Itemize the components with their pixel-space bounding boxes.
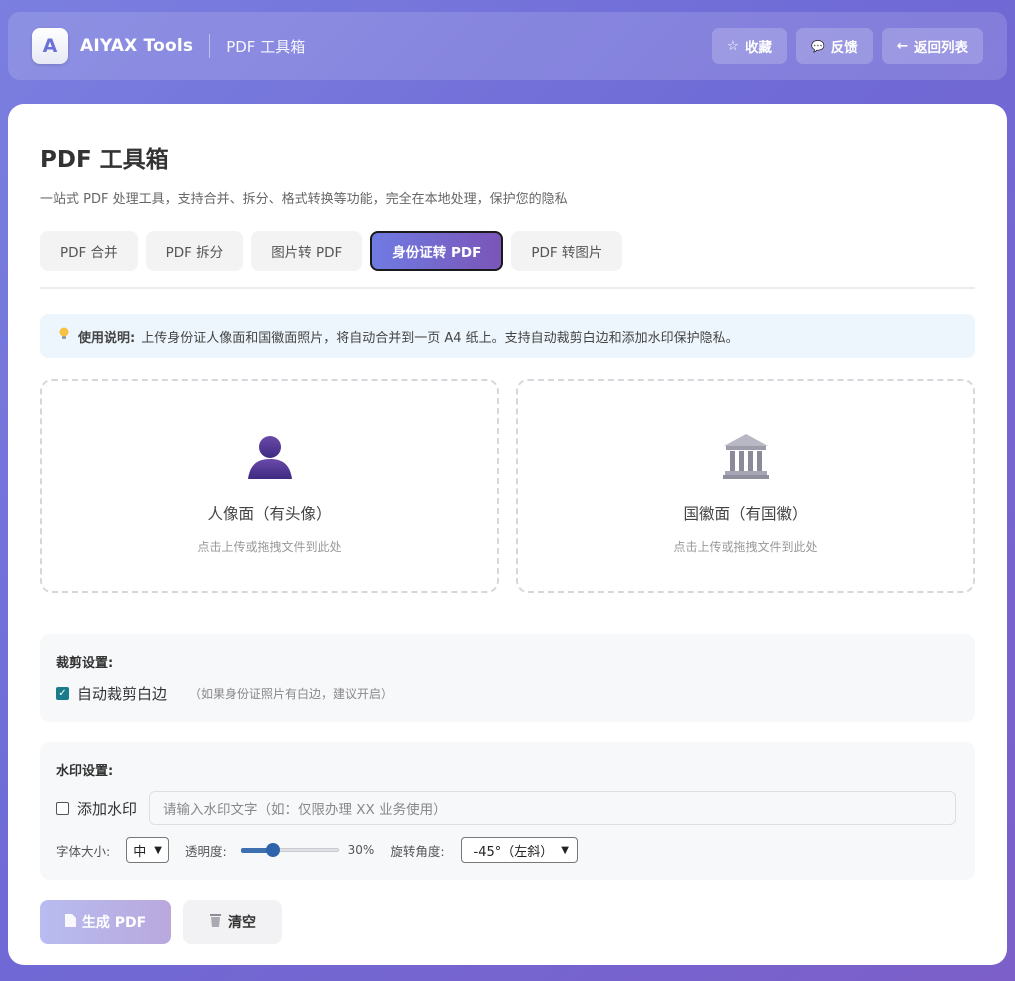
notice-label: 使用说明: [78,330,136,346]
tool-tabs: PDF 合并 PDF 拆分 图片转 PDF 身份证转 PDF PDF 转图片 [40,231,975,271]
auto-crop-checkbox[interactable]: ✓ [56,687,69,700]
front-side-hint: 点击上传或拖拽文件到此处 [197,539,342,554]
font-size-label: 字体大小: [56,843,111,859]
crop-settings-title: 裁剪设置: [56,656,114,671]
watermark-text-input[interactable]: 请输入水印文字（如：仅限办理 XX 业务使用） [149,791,957,825]
generate-pdf-label: 生成 PDF [81,915,147,931]
feedback-button[interactable]: 💬 反馈 [795,28,873,64]
rotation-value: -45°（左斜） [473,844,554,860]
app-logo[interactable]: A [32,28,68,64]
usage-notice: 使用说明: 上传身份证人像面和国徽面照片，将自动合并到一页 A4 纸上。支持自动… [40,314,975,358]
page-title: PDF 工具箱 [40,147,169,173]
tab-pdf-split[interactable]: PDF 拆分 [145,231,244,271]
rotation-select[interactable]: -45°（左斜） ▼ [460,837,578,863]
upload-back-side[interactable]: 国徽面（有国徽） 点击上传或拖拽文件到此处 [516,379,975,593]
opacity-label: 透明度: [184,843,227,859]
lightbulb-icon [58,327,70,345]
add-watermark-label[interactable]: 添加水印 [77,798,137,819]
action-buttons: 生成 PDF 清空 [40,900,975,944]
upload-front-side[interactable]: 人像面（有头像） 点击上传或拖拽文件到此处 [40,379,499,593]
header-divider [209,34,211,58]
person-silhouette-icon [247,435,292,479]
opacity-slider-thumb[interactable] [265,843,280,857]
back-side-title: 国徽面（有国徽） [683,504,808,523]
page-description: 一站式 PDF 处理工具，支持合并、拆分、格式转换等功能，完全在本地处理，保护您… [40,192,568,207]
watermark-settings-title: 水印设置: [56,764,114,779]
tabs-divider [40,287,975,289]
back-to-list-button[interactable]: ← 返回列表 [881,28,983,64]
star-icon: ☆ [726,38,739,54]
document-icon [64,913,76,931]
rotation-label: 旋转角度: [390,843,445,859]
classical-building-icon [722,433,769,479]
opacity-value: 30% [347,843,375,857]
tab-pdf-merge[interactable]: PDF 合并 [40,231,138,271]
generate-pdf-button[interactable]: 生成 PDF [40,900,171,944]
feedback-label: 反馈 [830,40,858,56]
tab-image-to-pdf[interactable]: 图片转 PDF [251,231,363,271]
add-watermark-checkbox[interactable] [56,801,69,815]
back-side-hint: 点击上传或拖拽文件到此处 [673,539,818,554]
chevron-down-icon: ▼ [154,844,162,856]
clear-label: 清空 [228,915,256,931]
top-header: A AIYAX Tools PDF 工具箱 ☆ 收藏 💬 反馈 ← 返回列表 [8,12,1007,80]
font-size-value: 中 [133,844,147,860]
tab-pdf-to-image[interactable]: PDF 转图片 [511,231,623,271]
chevron-down-icon: ▼ [561,844,569,856]
font-size-select[interactable]: 中 ▼ [126,837,169,863]
front-side-title: 人像面（有头像） [207,504,332,523]
watermark-settings-panel: 水印设置: 添加水印 请输入水印文字（如：仅限办理 XX 业务使用） 字体大小:… [40,742,975,880]
upload-area: 人像面（有头像） 点击上传或拖拽文件到此处 国徽面（有国徽） 点击上传或拖拽文件… [40,379,975,593]
crop-settings-panel: 裁剪设置: ✓ 自动裁剪白边 （如果身份证照片有白边，建议开启） [40,634,975,722]
tab-id-card-to-pdf[interactable]: 身份证转 PDF [370,231,504,271]
auto-crop-hint: （如果身份证照片有白边，建议开启） [189,687,394,701]
clear-button[interactable]: 清空 [183,900,282,944]
speech-bubble-icon: 💬 [810,39,825,53]
auto-crop-label[interactable]: 自动裁剪白边 [77,683,167,704]
header-subtitle: PDF 工具箱 [226,37,306,56]
favorite-label: 收藏 [744,40,772,56]
back-to-list-label: 返回列表 [914,40,968,56]
arrow-left-icon: ← [896,38,908,54]
brand-name[interactable]: AIYAX Tools [80,36,193,56]
trash-icon [209,913,222,931]
notice-text: 上传身份证人像面和国徽面照片，将自动合并到一页 A4 纸上。支持自动裁剪白边和添… [141,330,739,346]
main-card: PDF 工具箱 一站式 PDF 处理工具，支持合并、拆分、格式转换等功能，完全在… [8,104,1007,965]
favorite-button[interactable]: ☆ 收藏 [711,28,787,64]
opacity-slider[interactable] [240,843,339,857]
header-actions: ☆ 收藏 💬 反馈 ← 返回列表 [711,28,983,64]
